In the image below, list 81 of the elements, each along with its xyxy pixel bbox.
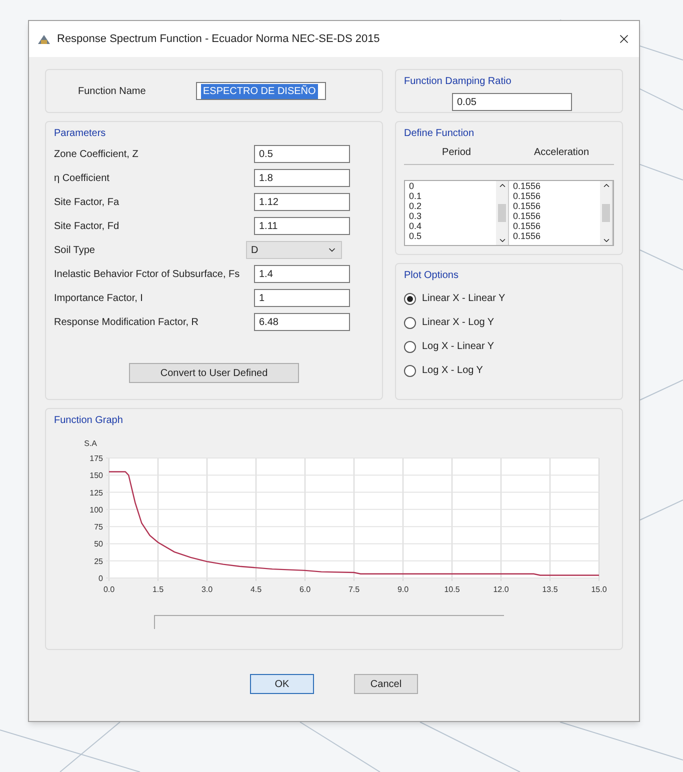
x-tick-label: 1.5 — [152, 585, 164, 594]
field-label: η Coefficient — [54, 172, 110, 186]
x-tick-label: 7.5 — [348, 585, 360, 594]
list-item[interactable]: 0.1556 — [513, 221, 600, 231]
x-tick-label: 6.0 — [299, 585, 311, 594]
scrollbar[interactable] — [600, 181, 612, 245]
list-item[interactable]: 0.1556 — [513, 211, 600, 221]
value-list[interactable]: 0.1556 0.1556 0.1556 0.1556 0.1556 0.1556 — [509, 181, 613, 245]
text-field[interactable]: 1 — [254, 289, 350, 307]
column-header: Acceleration — [532, 146, 590, 160]
radio-label: Linear X - Linear Y — [422, 292, 506, 306]
radio-label: Linear X - Log Y — [422, 316, 494, 330]
y-tick-label: 175 — [90, 454, 103, 463]
x-tick-label: 10.5 — [444, 585, 460, 594]
y-tick-label: 125 — [90, 488, 103, 498]
radio-button[interactable] — [404, 292, 416, 304]
y-tick-label: 50 — [94, 540, 103, 549]
x-tick-label: 3.0 — [201, 585, 213, 594]
scroll-down-icon[interactable] — [602, 236, 610, 245]
group-title: Define Function — [404, 127, 474, 141]
scroll-down-icon[interactable] — [498, 236, 506, 245]
radio-label: Log X - Linear Y — [422, 340, 494, 354]
field-label: Importance Factor, I — [54, 292, 143, 306]
scrollbar[interactable] — [496, 181, 508, 245]
text-field[interactable]: 1.12 — [254, 193, 350, 211]
y-tick-label: 100 — [90, 505, 103, 514]
field-label: Function Name — [78, 84, 146, 98]
group-title: Parameters — [54, 127, 106, 141]
text-field[interactable]: 0.05 — [452, 93, 572, 111]
field-label: Response Modification Factor, R — [54, 316, 199, 330]
radio-button[interactable] — [404, 340, 416, 352]
x-tick-label: 4.5 — [250, 585, 262, 594]
radio-label: Log X - Log Y — [422, 364, 483, 378]
value-list[interactable]: 0 0.1 0.2 0.3 0.4 0.5 — [405, 181, 509, 245]
list-item[interactable]: 0.1 — [409, 191, 496, 201]
x-tick-label: 9.0 — [397, 585, 409, 594]
window-title: Response Spectrum Function - Ecuador Norma NEC-SE-DS 2015 — [57, 32, 381, 47]
x-tick-label: 12.0 — [493, 585, 509, 594]
text-field[interactable]: 1.11 — [254, 217, 350, 235]
radio-button[interactable] — [404, 316, 416, 328]
y-tick-label: 25 — [94, 556, 103, 566]
y-tick-label: 75 — [94, 522, 103, 532]
scroll-up-icon[interactable] — [602, 181, 610, 190]
scrollbar[interactable] — [154, 615, 504, 629]
field-label: Soil Type — [54, 244, 95, 258]
convert-button[interactable]: Convert to User Defined — [129, 363, 299, 383]
list-item[interactable]: 0.1556 — [513, 191, 600, 201]
list-item[interactable]: 0 — [409, 181, 496, 191]
y-tick-label: 150 — [90, 471, 103, 480]
text-field[interactable]: ESPECTRO DE DISEÑO — [196, 82, 326, 100]
field-label: Site Factor, Fa — [54, 196, 120, 210]
field-label: Zone Coefficient, Z — [54, 148, 138, 162]
field-label: Inelastic Behavior Fctor of Subsurface, Fs — [54, 268, 240, 282]
list-item[interactable]: 0.1556 — [513, 231, 600, 241]
y-tick-label: 0 — [98, 574, 103, 583]
list-item[interactable]: 0.1556 — [513, 201, 600, 211]
x-tick-label: 13.5 — [542, 585, 558, 594]
text-field[interactable]: 6.48 — [254, 313, 350, 331]
x-tick-label: 0.0 — [103, 585, 115, 594]
y-axis-label: S.A — [84, 439, 97, 448]
text-field[interactable]: 0.5 — [254, 145, 350, 163]
scroll-up-icon[interactable] — [498, 181, 506, 190]
list-item[interactable]: 0.5 — [409, 231, 496, 241]
dialog-button[interactable]: Cancel — [354, 674, 418, 694]
list-item[interactable]: 0.4 — [409, 221, 496, 231]
list-item[interactable]: 0.1556 — [513, 181, 600, 191]
group-title: Plot Options — [404, 269, 458, 283]
column-header: Period — [441, 146, 472, 160]
x-tick-label: 15.0 — [591, 585, 607, 594]
app-icon — [37, 33, 51, 45]
list-item[interactable]: 0.2 — [409, 201, 496, 211]
dialog-button[interactable]: OK — [250, 674, 314, 694]
text-field[interactable]: 1.8 — [254, 169, 350, 187]
radio-button[interactable] — [404, 364, 416, 376]
group-title: Function Graph — [54, 414, 123, 428]
field-label: Site Factor, Fd — [54, 220, 120, 234]
text-field[interactable]: 1.4 — [254, 265, 350, 283]
close-icon[interactable] — [617, 32, 631, 46]
group-title: Function Damping Ratio — [404, 75, 512, 89]
list-item[interactable]: 0.3 — [409, 211, 496, 221]
soil-type-dropdown[interactable]: D — [246, 241, 342, 259]
